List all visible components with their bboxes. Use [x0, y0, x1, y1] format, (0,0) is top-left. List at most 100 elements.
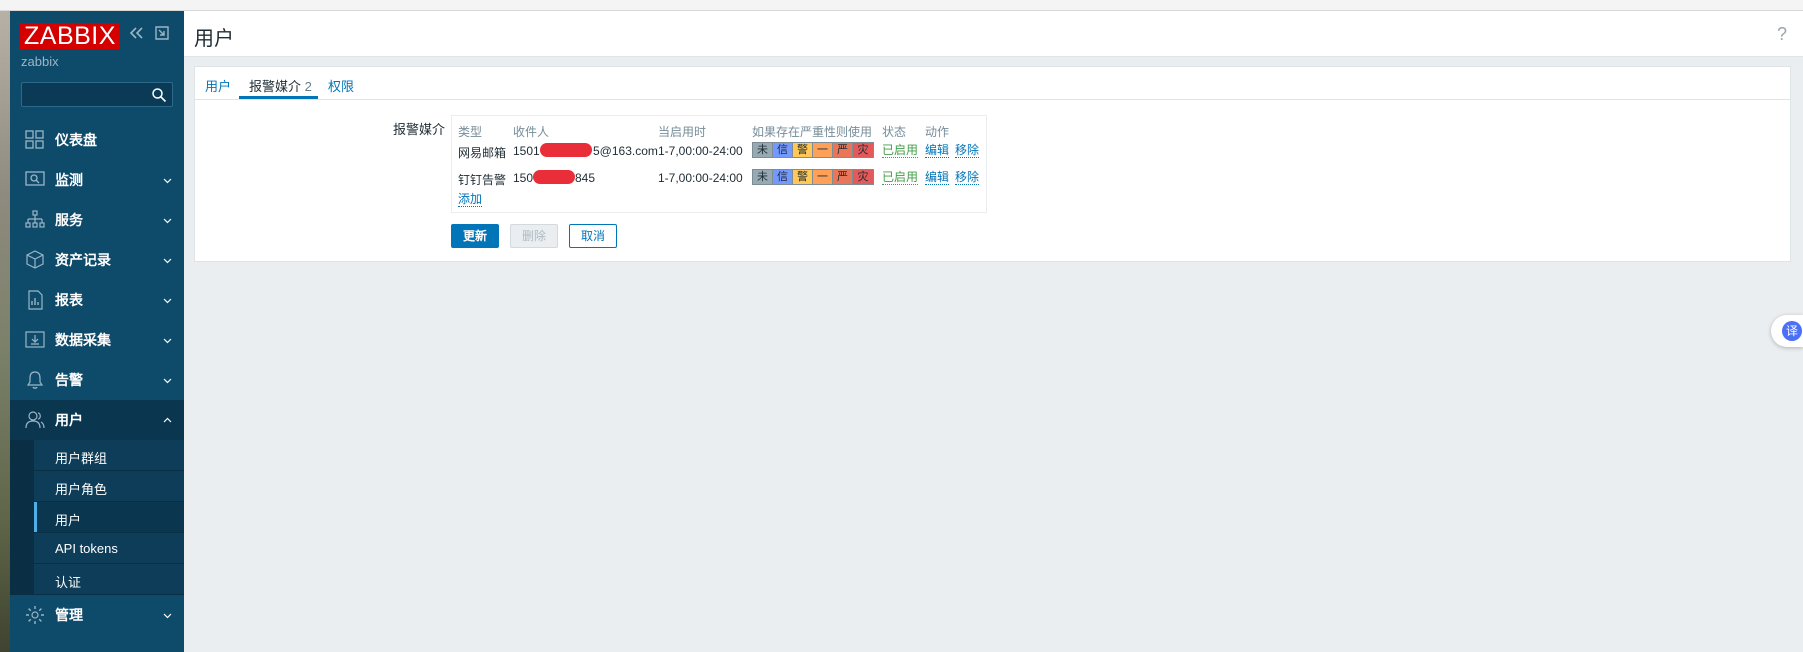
- edit-link[interactable]: 编辑: [925, 171, 950, 185]
- column-header: 当启用时: [658, 125, 707, 139]
- dashboard-icon: [25, 130, 44, 149]
- severity-disaster: 灾: [853, 170, 873, 184]
- chevron-up-icon: [163, 417, 172, 423]
- submenu-users[interactable]: 用户: [10, 502, 184, 533]
- severity-not-classified: 未: [753, 170, 773, 184]
- remove-link[interactable]: 移除: [955, 144, 980, 158]
- nav-label: 报表: [55, 292, 83, 308]
- search-input[interactable]: [22, 83, 150, 106]
- submenu-label: 用户群组: [55, 451, 108, 466]
- severity-information: 信: [773, 143, 793, 157]
- status-toggle[interactable]: 已启用: [882, 144, 919, 158]
- reports-icon: [28, 290, 43, 310]
- browser-top-edge: [0, 0, 1803, 11]
- services-icon: [25, 210, 45, 228]
- collapse-sidebar-icon[interactable]: [128, 25, 144, 41]
- edit-link[interactable]: 编辑: [925, 144, 950, 158]
- desktop-background-strip: [0, 0, 10, 652]
- severity-high: 严: [833, 143, 853, 157]
- search-icon[interactable]: [151, 87, 167, 103]
- severity-warning: 警: [793, 143, 813, 157]
- submenu-label: 认证: [55, 575, 82, 590]
- submenu-api-tokens[interactable]: API tokens: [10, 533, 184, 564]
- recipient-suffix: 845: [575, 171, 596, 185]
- remove-link[interactable]: 移除: [955, 171, 980, 185]
- logo-row: ZABBIX: [20, 23, 120, 49]
- page-title: 用户: [194, 28, 234, 50]
- user-form-panel: 用户 报警媒介 2 权限 报警媒介 类型 收件人 当启用时 如果存在严重性则使用…: [194, 66, 1791, 262]
- nav-alerts[interactable]: 告警: [10, 360, 184, 400]
- active-tab-indicator: [239, 96, 318, 99]
- severity-indicator: 未 信 警 一 严 灾: [752, 142, 874, 158]
- zabbix-logo[interactable]: ZABBIX: [20, 23, 120, 49]
- update-button[interactable]: 更新: [451, 224, 499, 248]
- nav-label: 资产记录: [55, 252, 111, 268]
- nav-administration[interactable]: 管理: [10, 595, 184, 635]
- sidebar-controls: [128, 25, 170, 41]
- submenu-label: API tokens: [55, 541, 118, 556]
- inventory-icon: [26, 250, 44, 269]
- nav-label: 告警: [55, 372, 83, 388]
- alerts-bell-icon: [26, 371, 44, 389]
- tab-user[interactable]: 用户: [205, 76, 231, 95]
- when-active: 1-7,00:00-24:00: [658, 171, 743, 185]
- media-field-label: 报警媒介: [393, 122, 446, 137]
- chevron-down-icon: [163, 378, 172, 384]
- gear-icon: [26, 606, 44, 624]
- chevron-down-icon: [163, 338, 172, 344]
- translate-icon: 译: [1782, 321, 1802, 341]
- users-submenu: 用户群组 用户角色 用户 API tokens 认证: [10, 440, 184, 595]
- nav-dashboard[interactable]: 仪表盘: [10, 120, 184, 160]
- delete-button: 删除: [510, 224, 558, 248]
- translate-button[interactable]: 译: [1771, 315, 1803, 347]
- severity-high: 严: [833, 170, 853, 184]
- help-icon[interactable]: ?: [1777, 24, 1787, 45]
- submenu-label: 用户角色: [55, 482, 108, 497]
- submenu-authentication[interactable]: 认证: [10, 564, 184, 595]
- submenu-label: 用户: [55, 513, 82, 528]
- nav-label: 管理: [55, 607, 83, 623]
- monitoring-icon: [25, 171, 45, 186]
- tab-media-count: 2: [304, 79, 312, 94]
- users-icon: [25, 411, 45, 429]
- severity-warning: 警: [793, 170, 813, 184]
- nav-reports[interactable]: 报表: [10, 280, 184, 320]
- media-type: 钉钉告警: [458, 173, 507, 187]
- tab-media[interactable]: 报警媒介 2: [249, 76, 312, 95]
- chevron-down-icon: [163, 613, 172, 619]
- add-media-link[interactable]: 添加: [458, 193, 483, 207]
- nav-inventory[interactable]: 资产记录: [10, 240, 184, 280]
- nav-users[interactable]: 用户: [10, 400, 184, 440]
- nav-services[interactable]: 服务: [10, 200, 184, 240]
- chevron-down-icon: [163, 218, 172, 224]
- column-header: 类型: [458, 125, 483, 139]
- nav-monitoring[interactable]: 监测: [10, 160, 184, 200]
- nav-data-collection[interactable]: 数据采集: [10, 320, 184, 360]
- tab-permissions[interactable]: 权限: [328, 76, 354, 95]
- recipient-suffix: 5@163.com: [593, 144, 658, 158]
- media-table: 类型 收件人 当启用时 如果存在严重性则使用 状态 动作 网易邮箱 1501 5…: [451, 115, 987, 213]
- page-header: 用户 ?: [184, 11, 1803, 57]
- redaction-mark: [533, 170, 575, 184]
- severity-not-classified: 未: [753, 143, 773, 157]
- severity-disaster: 灾: [853, 143, 873, 157]
- submenu-user-groups[interactable]: 用户群组: [10, 440, 184, 471]
- status-toggle[interactable]: 已启用: [882, 171, 919, 185]
- severity-information: 信: [773, 170, 793, 184]
- sidebar-search: [21, 82, 173, 107]
- column-header: 如果存在严重性则使用: [752, 125, 873, 139]
- when-active: 1-7,00:00-24:00: [658, 144, 743, 158]
- cancel-button[interactable]: 取消: [569, 224, 617, 248]
- column-header: 状态: [882, 125, 907, 139]
- data-collection-icon: [25, 331, 45, 348]
- chevron-down-icon: [163, 178, 172, 184]
- sidebar: ZABBIX zabbix 仪表盘 监测 服务 资产记录 报表 数据采集 告警 …: [10, 11, 184, 652]
- main-navigation: 仪表盘 监测 服务 资产记录 报表 数据采集 告警 用户 用户群组 用户角色 用…: [10, 120, 184, 635]
- severity-indicator: 未 信 警 一 严 灾: [752, 169, 874, 185]
- kiosk-mode-icon[interactable]: [154, 25, 170, 41]
- severity-average: 一: [813, 143, 833, 157]
- submenu-user-roles[interactable]: 用户角色: [10, 471, 184, 502]
- recipient-prefix: 150: [513, 171, 534, 185]
- severity-average: 一: [813, 170, 833, 184]
- nav-label: 数据采集: [55, 332, 111, 348]
